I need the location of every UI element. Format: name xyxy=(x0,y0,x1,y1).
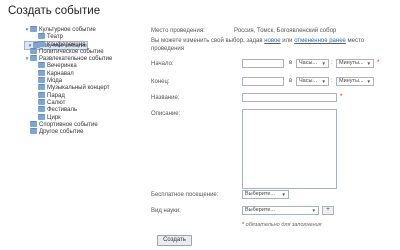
name-input[interactable] xyxy=(242,93,337,102)
place-new-link[interactable]: новое xyxy=(264,38,280,44)
free-select[interactable]: Выберите... ▼ xyxy=(242,190,289,199)
required-note-text: обязательно для заполнения xyxy=(245,222,322,228)
chevron-down-icon: ▼ xyxy=(321,61,326,66)
create-button[interactable]: Создать xyxy=(157,235,192,246)
chevron-down-icon: ▼ xyxy=(281,192,286,197)
required-mark: * xyxy=(242,222,245,228)
place-note: Вы можете изменить свой выбор, задав нов… xyxy=(151,37,381,53)
end-hours-select[interactable]: Часы... ▼ xyxy=(296,77,329,86)
chevron-down-icon: ▼ xyxy=(321,79,326,84)
start-minutes-value: Минуты... xyxy=(339,60,364,66)
science-label: Вид науки: xyxy=(151,208,181,214)
required-mark: * xyxy=(377,60,380,66)
start-at-label: в xyxy=(289,60,293,66)
add-science-button[interactable]: + xyxy=(322,206,334,215)
chevron-down-icon: ▼ xyxy=(366,61,371,66)
event-form: Место проведения: Россия, Томск, Богоявл… xyxy=(0,0,400,250)
end-at-label: в xyxy=(289,78,293,84)
place-note-mid: или xyxy=(280,38,295,44)
start-minutes-select[interactable]: Минуты... ▼ xyxy=(336,59,374,68)
science-select[interactable]: Выберите... ▼ xyxy=(242,206,319,215)
end-minutes-value: Минуты... xyxy=(339,78,364,84)
free-select-value: Выберите... xyxy=(245,191,276,197)
free-label: Бесплатное посещение: xyxy=(151,192,219,198)
end-hours-value: Часы... xyxy=(299,78,318,84)
place-cancel-link[interactable]: отмененное ранее xyxy=(294,38,346,44)
required-note: * обязательно для заполнения xyxy=(242,222,322,228)
place-note-prefix: Вы можете изменить свой выбор, задав xyxy=(151,38,265,44)
description-label: Описание: xyxy=(151,111,181,117)
end-label: Конец: xyxy=(151,79,170,85)
place-value: Россия, Томск, Богоявленский собор xyxy=(234,28,337,34)
required-mark: * xyxy=(340,94,343,100)
start-date-input[interactable] xyxy=(242,59,284,68)
start-label: Начало: xyxy=(151,61,174,67)
start-hours-value: Часы... xyxy=(299,60,318,66)
start-time-sep: : xyxy=(331,60,333,66)
description-textarea[interactable] xyxy=(242,109,337,189)
end-minutes-select[interactable]: Минуты... ▼ xyxy=(336,77,374,86)
start-hours-select[interactable]: Часы... ▼ xyxy=(296,59,329,68)
name-label: Название: xyxy=(151,95,180,101)
place-label: Место проведения: xyxy=(151,28,205,34)
chevron-down-icon: ▼ xyxy=(366,79,371,84)
science-select-value: Выберите... xyxy=(245,207,276,213)
end-date-input[interactable] xyxy=(242,77,284,86)
end-time-sep: : xyxy=(331,78,333,84)
chevron-down-icon: ▼ xyxy=(311,208,316,213)
